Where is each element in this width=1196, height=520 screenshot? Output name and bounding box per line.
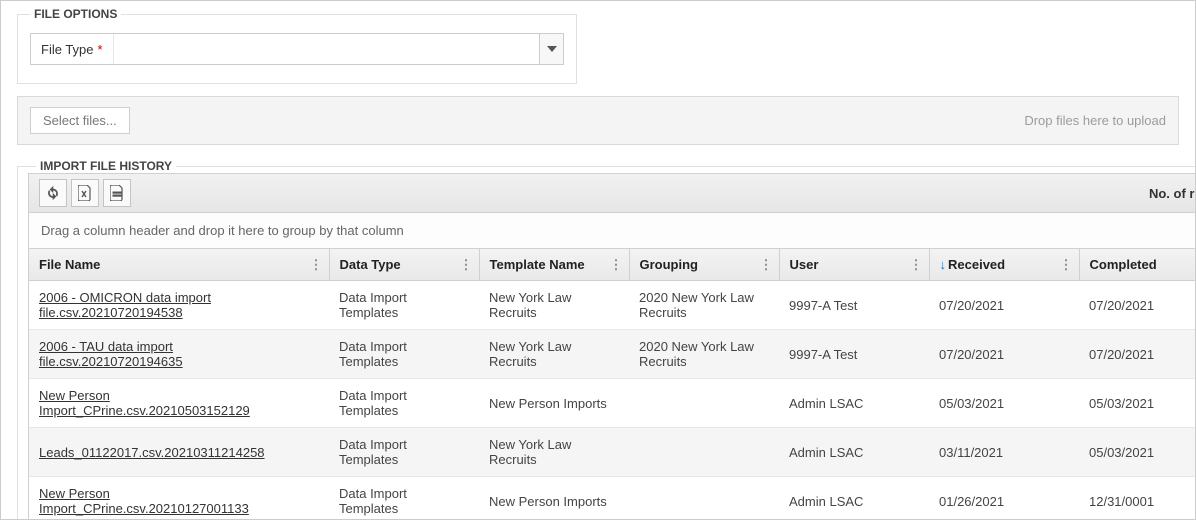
cell-user: Admin LSAC xyxy=(779,428,929,477)
cell-user: 9997-A Test xyxy=(779,330,929,379)
cell-received: 03/11/2021 xyxy=(929,428,1079,477)
pdf-file-icon xyxy=(110,185,124,201)
cell-template-name: New Person Imports xyxy=(479,477,629,520)
file-name-link[interactable]: New Person Import_CPrine.csv.20210127001… xyxy=(39,486,249,516)
cell-user: 9997-A Test xyxy=(779,281,929,330)
refresh-button[interactable] xyxy=(39,179,67,207)
column-header-completed[interactable]: Completed xyxy=(1079,249,1196,281)
cell-data-type: Data Import Templates xyxy=(329,477,479,520)
grid-horizontal-scroll[interactable]: File Name⋮ Data Type⋮ Template Name⋮ Gro… xyxy=(28,249,1196,520)
record-count-label: No. of records: 12 xyxy=(1149,186,1196,201)
cell-template-name: New York Law Recruits xyxy=(479,428,629,477)
upload-drop-zone[interactable]: Select files... Drop files here to uploa… xyxy=(17,96,1179,145)
cell-completed: 05/03/2021 xyxy=(1079,428,1196,477)
file-type-label: File Type* xyxy=(31,36,113,63)
cell-received: 07/20/2021 xyxy=(929,330,1079,379)
chevron-down-icon xyxy=(547,46,557,52)
table-row: 2006 - OMICRON data import file.csv.2021… xyxy=(29,281,1196,330)
export-pdf-button[interactable] xyxy=(103,179,131,207)
cell-grouping: 2020 New York Law Recruits xyxy=(629,281,779,330)
file-options-panel: FILE OPTIONS File Type* xyxy=(17,7,577,84)
cell-completed: 07/20/2021 xyxy=(1079,330,1196,379)
select-files-button[interactable]: Select files... xyxy=(30,107,130,134)
cell-received: 05/03/2021 xyxy=(929,379,1079,428)
cell-template-name: New York Law Recruits xyxy=(479,330,629,379)
cell-template-name: New Person Imports xyxy=(479,379,629,428)
column-header-grouping[interactable]: Grouping⋮ xyxy=(629,249,779,281)
cell-received: 07/20/2021 xyxy=(929,281,1079,330)
cell-data-type: Data Import Templates xyxy=(329,428,479,477)
file-options-legend: FILE OPTIONS xyxy=(30,7,121,21)
cell-user: Admin LSAC xyxy=(779,477,929,520)
column-header-file-name[interactable]: File Name⋮ xyxy=(29,249,329,281)
column-menu-icon[interactable]: ⋮ xyxy=(758,255,775,275)
file-type-dropdown-arrow[interactable] xyxy=(539,34,563,64)
cell-completed: 07/20/2021 xyxy=(1079,281,1196,330)
page-scroll-container[interactable]: FILE OPTIONS File Type* Select files... … xyxy=(0,0,1196,520)
file-name-link[interactable]: 2006 - OMICRON data import file.csv.2021… xyxy=(39,290,211,320)
table-row: New Person Import_CPrine.csv.20210127001… xyxy=(29,477,1196,520)
import-history-panel: IMPORT FILE HISTORY No. of records: 12 D… xyxy=(17,159,1196,520)
sort-descending-icon: ↓ xyxy=(940,257,947,272)
import-history-table: File Name⋮ Data Type⋮ Template Name⋮ Gro… xyxy=(29,249,1196,520)
table-row: Leads_01122017.csv.20210311214258 Data Im… xyxy=(29,428,1196,477)
file-type-dropdown[interactable]: File Type* xyxy=(30,33,564,65)
cell-data-type: Data Import Templates xyxy=(329,281,479,330)
cell-grouping xyxy=(629,379,779,428)
file-name-link[interactable]: 2006 - TAU data import file.csv.20210720… xyxy=(39,339,183,369)
cell-data-type: Data Import Templates xyxy=(329,330,479,379)
column-menu-icon[interactable]: ⋮ xyxy=(458,255,475,275)
import-history-legend: IMPORT FILE HISTORY xyxy=(36,159,176,173)
grid-toolbar: No. of records: 12 xyxy=(28,173,1196,213)
cell-user: Admin LSAC xyxy=(779,379,929,428)
cell-grouping: 2020 New York Law Recruits xyxy=(629,330,779,379)
cell-data-type: Data Import Templates xyxy=(329,379,479,428)
column-menu-icon[interactable]: ⋮ xyxy=(1058,255,1075,275)
column-menu-icon[interactable]: ⋮ xyxy=(308,255,325,275)
upload-hint-text: Drop files here to upload xyxy=(1024,113,1166,128)
column-header-template-name[interactable]: Template Name⋮ xyxy=(479,249,629,281)
cell-grouping xyxy=(629,428,779,477)
cell-completed: 12/31/0001 xyxy=(1079,477,1196,520)
file-name-link[interactable]: New Person Import_CPrine.csv.20210503152… xyxy=(39,388,250,418)
column-menu-icon[interactable]: ⋮ xyxy=(908,255,925,275)
cell-template-name: New York Law Recruits xyxy=(479,281,629,330)
column-header-received[interactable]: ↓Received⋮ xyxy=(929,249,1079,281)
cell-grouping xyxy=(629,477,779,520)
table-row: New Person Import_CPrine.csv.20210503152… xyxy=(29,379,1196,428)
column-header-data-type[interactable]: Data Type⋮ xyxy=(329,249,479,281)
excel-file-icon xyxy=(78,185,92,201)
cell-received: 01/26/2021 xyxy=(929,477,1079,520)
column-header-user[interactable]: User⋮ xyxy=(779,249,929,281)
export-excel-button[interactable] xyxy=(71,179,99,207)
table-row: 2006 - TAU data import file.csv.20210720… xyxy=(29,330,1196,379)
column-menu-icon[interactable]: ⋮ xyxy=(608,255,625,275)
cell-completed: 05/03/2021 xyxy=(1079,379,1196,428)
refresh-icon xyxy=(46,186,60,200)
group-by-drop-area[interactable]: Drag a column header and drop it here to… xyxy=(28,213,1196,249)
file-name-link[interactable]: Leads_01122017.csv.20210311214258 xyxy=(39,445,265,460)
required-asterisk: * xyxy=(98,42,103,57)
